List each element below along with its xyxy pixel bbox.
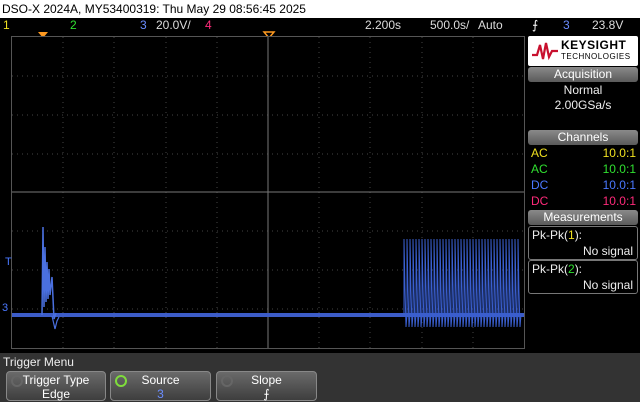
channel-2-probe: 10.0:1 [602,162,636,176]
knob-icon [221,375,233,387]
slope-button[interactable]: Slope ⨍ [216,371,317,401]
brand-sub: TECHNOLOGIES [561,52,631,61]
channel-3-coupling: DC [531,178,549,192]
source-button[interactable]: Source 3 [110,371,211,401]
window-title: DSO-X 2024A, MY53400319: Thu May 29 08:5… [2,2,306,16]
knob-icon [11,375,23,387]
channel-3-trace-burst [403,238,522,328]
channel-1-coupling: AC [531,146,548,160]
measurement-value-2: No signal [582,278,633,292]
measurement-box-2[interactable]: Pk-Pk(2): No signal [528,260,638,294]
knob-active-icon [115,375,127,387]
trigger-type-button[interactable]: Trigger Type Edge [6,371,106,401]
channel-1-probe: 10.0:1 [602,146,636,160]
channel-4-probe: 10.0:1 [602,194,636,208]
menu-title: Trigger Menu [3,355,74,369]
channel-3-ground-marker[interactable]: 3 [2,302,8,314]
measurement-value-1: No signal [582,244,633,258]
measurement-label-1: Pk-Pk(1): [532,228,583,242]
side-panel: KEYSIGHT TECHNOLOGIES Acquisition Normal… [528,36,640,354]
channel-3-trace-dip [51,315,60,330]
keysight-logo: KEYSIGHT TECHNOLOGIES [528,36,638,66]
keysight-wave-icon [532,42,558,61]
measurements-header[interactable]: Measurements [528,210,638,225]
measurement-label-2: Pk-Pk(2): [532,262,583,276]
sample-rate: 2.00GSa/s [554,98,612,112]
window-title-bar: DSO-X 2024A, MY53400319: Thu May 29 08:5… [0,0,640,18]
source-value: 3 [157,387,164,401]
channel-4-coupling: DC [531,194,549,208]
acquisition-header[interactable]: Acquisition [528,67,638,82]
measurement-box-1[interactable]: Pk-Pk(1): No signal [528,226,638,260]
trigger-edge-icon: ⨍ [532,18,539,32]
channel-3-probe: 10.0:1 [602,178,636,192]
slope-value-icon: ⨍ [263,387,270,401]
channels-header[interactable]: Channels [528,130,638,145]
waveform-display[interactable] [11,36,525,349]
channel-2-coupling: AC [531,162,548,176]
acquisition-mode: Normal [563,83,603,97]
brand-name: KEYSIGHT [561,38,627,52]
trigger-source: 3 [563,18,570,32]
trigger-type-value: Edge [41,387,71,401]
channel-3-trace-spike [41,226,57,320]
graticule [12,37,524,348]
trigger-level: 23.8V [592,18,624,32]
trigger-level-marker[interactable]: T [5,256,12,268]
